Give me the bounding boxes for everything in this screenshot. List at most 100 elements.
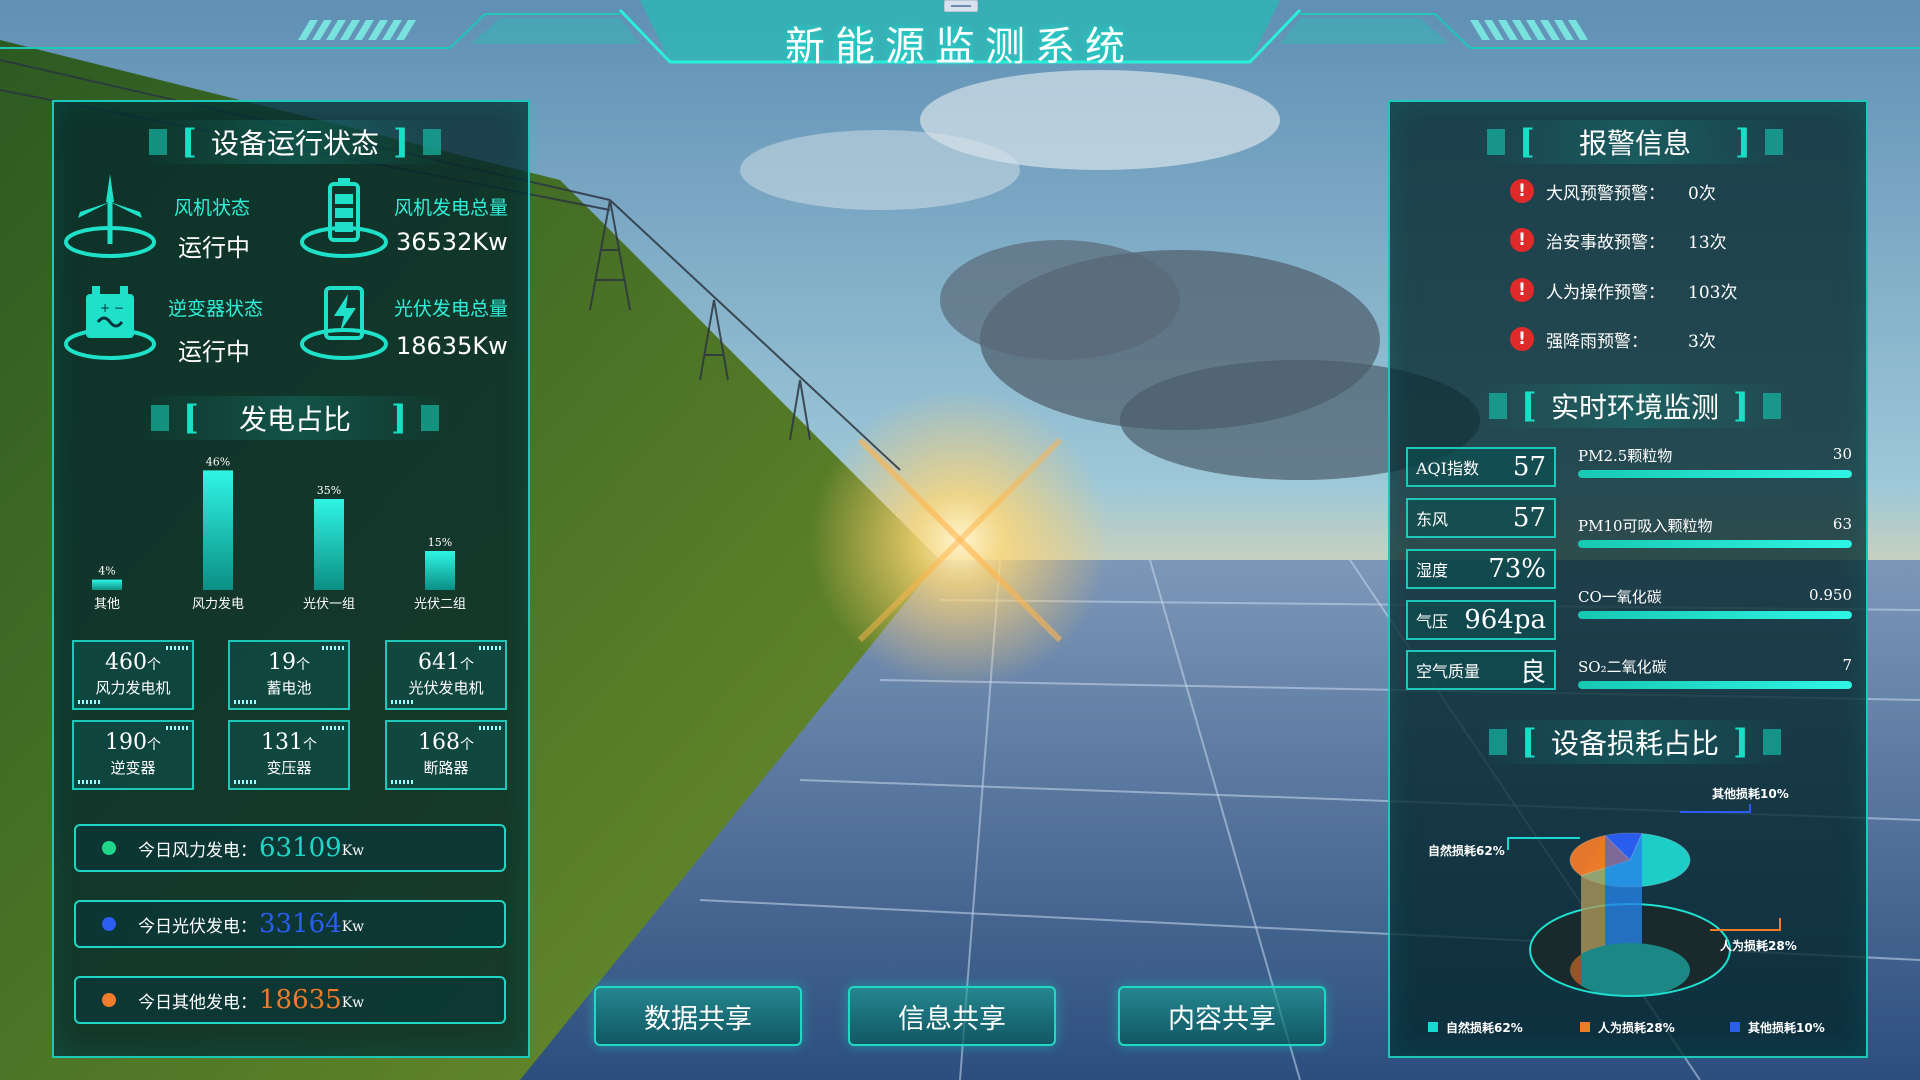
info-share-button[interactable]: 信息共享 — [848, 986, 1056, 1046]
orange-dot-icon — [102, 993, 116, 1007]
env-bar-value: 0.950 — [1809, 586, 1852, 604]
today-solar-label: 今日光伏发电： — [138, 916, 257, 937]
alarm-label: 大风预警预警： — [1546, 183, 1665, 204]
today-wind-value: 63109 — [259, 833, 342, 863]
env-bar-label: CO一氧化碳 — [1578, 588, 1662, 606]
tile-unit: 个 — [147, 737, 161, 753]
legend-label: 自然损耗62% — [1446, 1020, 1523, 1035]
tile-solar-generator: 641个 光伏发电机 — [385, 640, 507, 710]
alarm-item[interactable]: ! 治安事故预警： 13次 — [1510, 226, 1727, 254]
alarm-label: 人为操作预警： — [1546, 282, 1665, 303]
today-other-value: 18635 — [259, 985, 342, 1015]
today-solar-unit: Kw — [341, 919, 365, 935]
inverter-status-label: 逆变器状态 — [168, 298, 264, 320]
tile-label: 断路器 — [423, 759, 469, 777]
legend-swatch — [1730, 1022, 1740, 1032]
env-label: AQI指数 — [1416, 459, 1479, 478]
alert-icon: ! — [1510, 278, 1534, 302]
tile-count: 190 — [105, 730, 147, 755]
bar-category-label: 光伏二组 — [414, 597, 466, 612]
pie-callout-line — [1507, 837, 1580, 850]
today-other-unit: Kw — [341, 995, 365, 1011]
env-value: 57 — [1512, 503, 1546, 533]
green-dot-icon — [102, 841, 116, 855]
bar — [425, 551, 455, 590]
env-bar-so2: SO₂二氧化碳 7 — [1578, 656, 1852, 689]
tile-count: 168 — [418, 730, 460, 755]
tile-wind-generator: 460个 风力发电机 — [72, 640, 194, 710]
wind-power-total-value: 36532Kw — [396, 228, 508, 256]
pie-callout-label: 其他损耗10% — [1712, 786, 1789, 801]
alarm-count: 103次 — [1688, 282, 1738, 303]
env-bar-value: 30 — [1832, 445, 1852, 463]
env-bar-label: PM10可吸入颗粒物 — [1578, 517, 1713, 535]
tile-label: 风力发电机 — [95, 679, 171, 697]
solar-power-total-label: 光伏发电总量 — [394, 298, 509, 320]
alarm-item[interactable]: ! 人为操作预警： 103次 — [1510, 276, 1737, 304]
pie-callout-label: 人为损耗28% — [1720, 938, 1797, 953]
env-aqi-box: AQI指数 57 — [1406, 447, 1556, 487]
env-bar-value: 7 — [1842, 656, 1852, 674]
env-bar-label: PM2.5颗粒物 — [1578, 447, 1673, 465]
pie-callout-line — [1680, 804, 1751, 813]
content-share-button[interactable]: 内容共享 — [1118, 986, 1326, 1046]
tile-inverter: 190个 逆变器 — [72, 720, 194, 790]
alarm-label: 治安事故预警： — [1546, 232, 1665, 253]
section-title-env-monitor: [实时环境监测] — [1480, 384, 1790, 428]
alarm-label: 强降雨预警： — [1546, 331, 1648, 352]
alert-icon: ! — [1510, 179, 1534, 203]
battery-icon — [300, 178, 388, 258]
env-value: 良 — [1519, 657, 1546, 688]
bar — [314, 499, 344, 590]
section-title-generation-ratio: [发电占比] — [140, 396, 450, 440]
env-value: 964pa — [1464, 605, 1546, 635]
tile-label: 逆变器 — [110, 759, 156, 777]
bar-value-label: 15% — [428, 536, 452, 549]
section-title-device-wear: [设备损耗占比] — [1480, 720, 1790, 764]
inverter-icon: + − — [64, 286, 156, 360]
bar-value-label: 35% — [317, 484, 341, 497]
alarm-count: 13次 — [1688, 232, 1727, 253]
alarm-count: 0次 — [1688, 183, 1716, 204]
today-solar-value: 33164 — [259, 909, 342, 939]
bar — [203, 470, 233, 590]
solar-charge-icon — [300, 286, 388, 360]
tile-unit: 个 — [460, 657, 474, 673]
data-share-button[interactable]: 数据共享 — [594, 986, 802, 1046]
wind-turbine-status-label: 风机状态 — [174, 197, 251, 219]
alarm-item[interactable]: ! 大风预警预警： 0次 — [1510, 177, 1716, 205]
section-title-device-status: [设备运行状态] — [140, 120, 450, 164]
blue-dot-icon — [102, 917, 116, 931]
env-bar-label: SO₂二氧化碳 — [1578, 658, 1667, 676]
device-wear-pie-chart: 自然损耗62% 人为损耗28% 其他损耗10% 自然损耗62% 人为损耗28% 其他损耗1… — [1428, 786, 1825, 1035]
env-pressure-box: 气压 964pa — [1406, 600, 1556, 640]
pie-callout-line — [1710, 918, 1781, 931]
tile-circuit-breaker: 168个 断路器 — [385, 720, 507, 790]
today-wind-label: 今日风力发电： — [138, 840, 257, 861]
env-humidity-box: 湿度 73% — [1406, 549, 1556, 589]
bar-category-label: 光伏一组 — [303, 597, 355, 612]
page-title: 新能源监测系统 — [785, 24, 1135, 70]
tile-label: 蓄电池 — [266, 679, 312, 697]
generation-ratio-bar-chart: 4% 其他 46% 风力发电 35% 光伏一组 15% 光伏二组 — [92, 455, 466, 612]
tile-count: 131 — [261, 730, 303, 755]
wind-power-total-label: 风机发电总量 — [394, 197, 509, 219]
tile-storage-battery: 19个 蓄电池 — [228, 640, 350, 710]
env-value: 57 — [1512, 452, 1546, 482]
header-bar: 新能源监测系统 — [0, 0, 1920, 80]
menu-handle-icon[interactable] — [944, 0, 978, 12]
tile-label: 光伏发电机 — [408, 679, 484, 697]
alarm-item[interactable]: ! 强降雨预警： 3次 — [1510, 325, 1716, 353]
today-solar-generation: 今日光伏发电： 33164 Kw — [74, 900, 506, 948]
env-bar-fill — [1578, 681, 1852, 689]
env-value: 73% — [1488, 554, 1546, 584]
bar-value-label: 4% — [98, 565, 115, 578]
tile-unit: 个 — [296, 657, 310, 673]
bar-category-label: 风力发电 — [192, 596, 244, 612]
bar-value-label: 46% — [206, 455, 230, 468]
wind-turbine-icon — [64, 174, 156, 258]
pie-callout-label: 自然损耗62% — [1428, 843, 1505, 858]
env-bar-pm25: PM2.5颗粒物 30 — [1578, 445, 1852, 478]
env-air-quality-box: 空气质量 良 — [1406, 650, 1556, 690]
env-label: 东风 — [1416, 510, 1449, 529]
